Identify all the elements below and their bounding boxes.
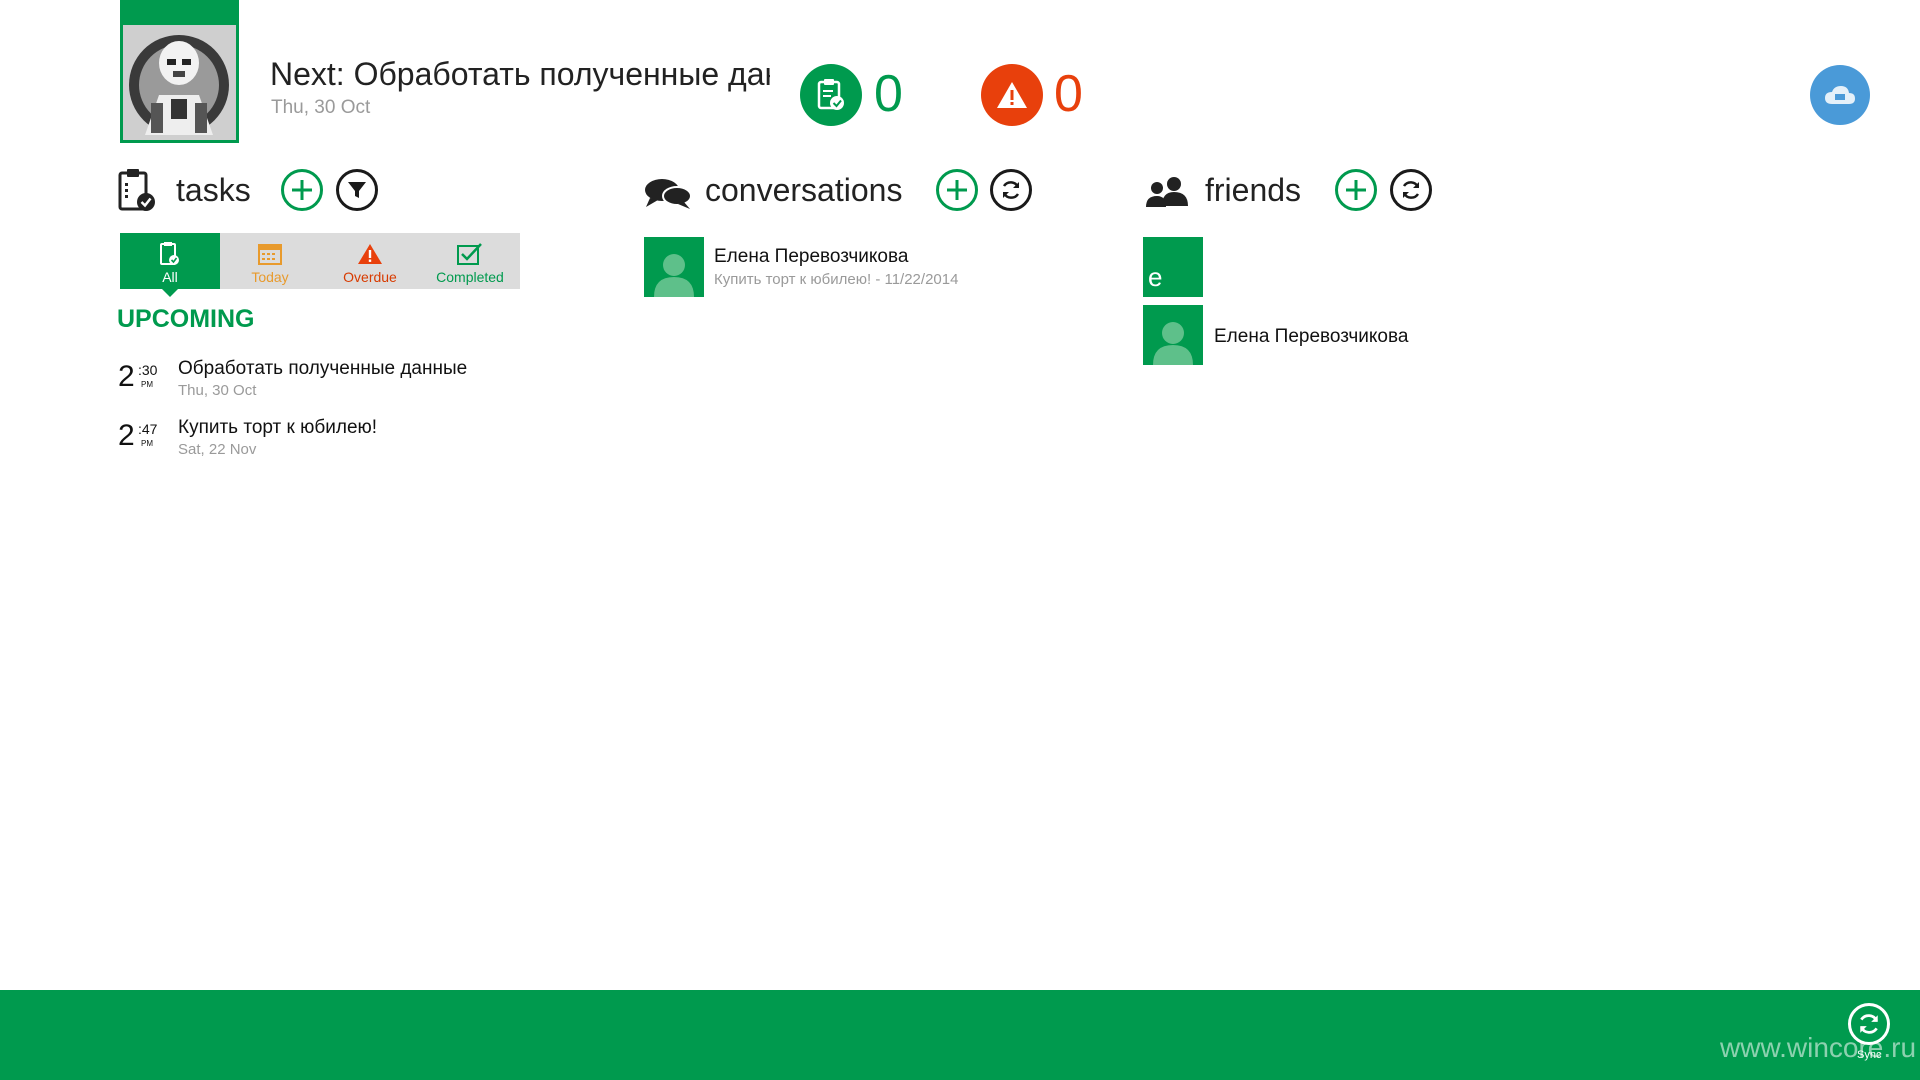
refresh-conversations-button[interactable] xyxy=(990,169,1032,211)
warning-icon xyxy=(357,241,383,267)
tasks-section-title: tasks xyxy=(176,172,251,208)
conversation-avatar[interactable] xyxy=(644,237,704,297)
sync-icon xyxy=(1860,1014,1878,1034)
task-filter-tabs: All Today Overdue Completed xyxy=(120,233,520,297)
bottom-app-bar xyxy=(0,990,1920,1080)
tab-all[interactable]: All xyxy=(120,233,220,297)
task-minute: :30 xyxy=(138,362,158,378)
task-date: Thu, 30 Oct xyxy=(178,382,257,399)
overdue-warning-icon[interactable] xyxy=(981,64,1043,126)
watermark-text: www.wincore.ru xyxy=(1720,1032,1917,1063)
tab-completed-label: Completed xyxy=(436,269,504,285)
person-icon xyxy=(654,254,694,297)
task-name: Купить торт к юбилею! xyxy=(178,417,378,438)
plus-icon xyxy=(947,180,967,200)
refresh-icon xyxy=(1402,181,1420,199)
task-ampm: PM xyxy=(141,380,153,389)
task-minute: :47 xyxy=(138,421,158,437)
conversation-preview: Купить торт к юбилею! - 11/22/2014 xyxy=(714,271,959,288)
friends-group-letter[interactable]: e xyxy=(1143,237,1203,297)
conversations-chat-icon xyxy=(644,176,692,215)
plus-icon xyxy=(1346,180,1366,200)
task-date: Sat, 22 Nov xyxy=(178,441,257,458)
tab-today[interactable]: Today xyxy=(220,233,320,289)
tab-today-label: Today xyxy=(251,269,289,285)
conversation-name[interactable]: Елена Перевозчикова xyxy=(714,246,908,268)
tab-all-label: All xyxy=(162,269,178,285)
avatar-image xyxy=(123,25,236,140)
plus-icon xyxy=(292,180,312,200)
conversations-section-title: conversations xyxy=(705,172,903,208)
task-hour: 2 xyxy=(118,360,135,393)
task-ampm: PM xyxy=(141,439,153,448)
check-box-icon xyxy=(456,241,484,267)
upcoming-heading: UPCOMING xyxy=(117,305,255,333)
friend-name[interactable]: Елена Перевозчикова xyxy=(1214,326,1408,348)
sync-button[interactable] xyxy=(1848,1003,1890,1045)
calendar-icon xyxy=(258,241,282,267)
task-name: Обработать полученные данные xyxy=(178,358,468,379)
tab-completed[interactable]: Completed xyxy=(420,233,520,289)
person-icon xyxy=(1153,322,1193,365)
filter-funnel-icon xyxy=(348,182,366,198)
tab-overdue[interactable]: Overdue xyxy=(320,233,420,289)
add-friend-button[interactable] xyxy=(1335,169,1377,211)
tab-overdue-label: Overdue xyxy=(343,269,397,285)
add-task-button[interactable] xyxy=(281,169,323,211)
tasks-count: 0 xyxy=(874,65,903,123)
group-letter-text: e xyxy=(1148,262,1163,292)
next-task-date: Thu, 30 Oct xyxy=(271,97,371,118)
profile-avatar[interactable] xyxy=(120,0,239,143)
tasks-clipboard-icon xyxy=(118,168,158,217)
add-conversation-button[interactable] xyxy=(936,169,978,211)
friend-avatar[interactable] xyxy=(1143,305,1203,365)
cloud-sync-icon[interactable] xyxy=(1810,65,1870,125)
overdue-count: 0 xyxy=(1054,65,1083,123)
app-page: Next: Обработать полученные данн Thu, 30… xyxy=(0,0,1920,1080)
filter-tasks-button[interactable] xyxy=(336,169,378,211)
refresh-icon xyxy=(1002,181,1020,199)
tasks-count-icon[interactable] xyxy=(800,64,862,126)
clipboard-check-icon xyxy=(159,241,181,267)
friends-section-title: friends xyxy=(1205,172,1302,208)
refresh-friends-button[interactable] xyxy=(1390,169,1432,211)
task-hour: 2 xyxy=(118,419,135,452)
friends-people-icon xyxy=(1144,176,1190,213)
sync-label: Sync xyxy=(1857,1049,1882,1061)
next-task-title: Next: Обработать полученные данн xyxy=(270,56,770,92)
